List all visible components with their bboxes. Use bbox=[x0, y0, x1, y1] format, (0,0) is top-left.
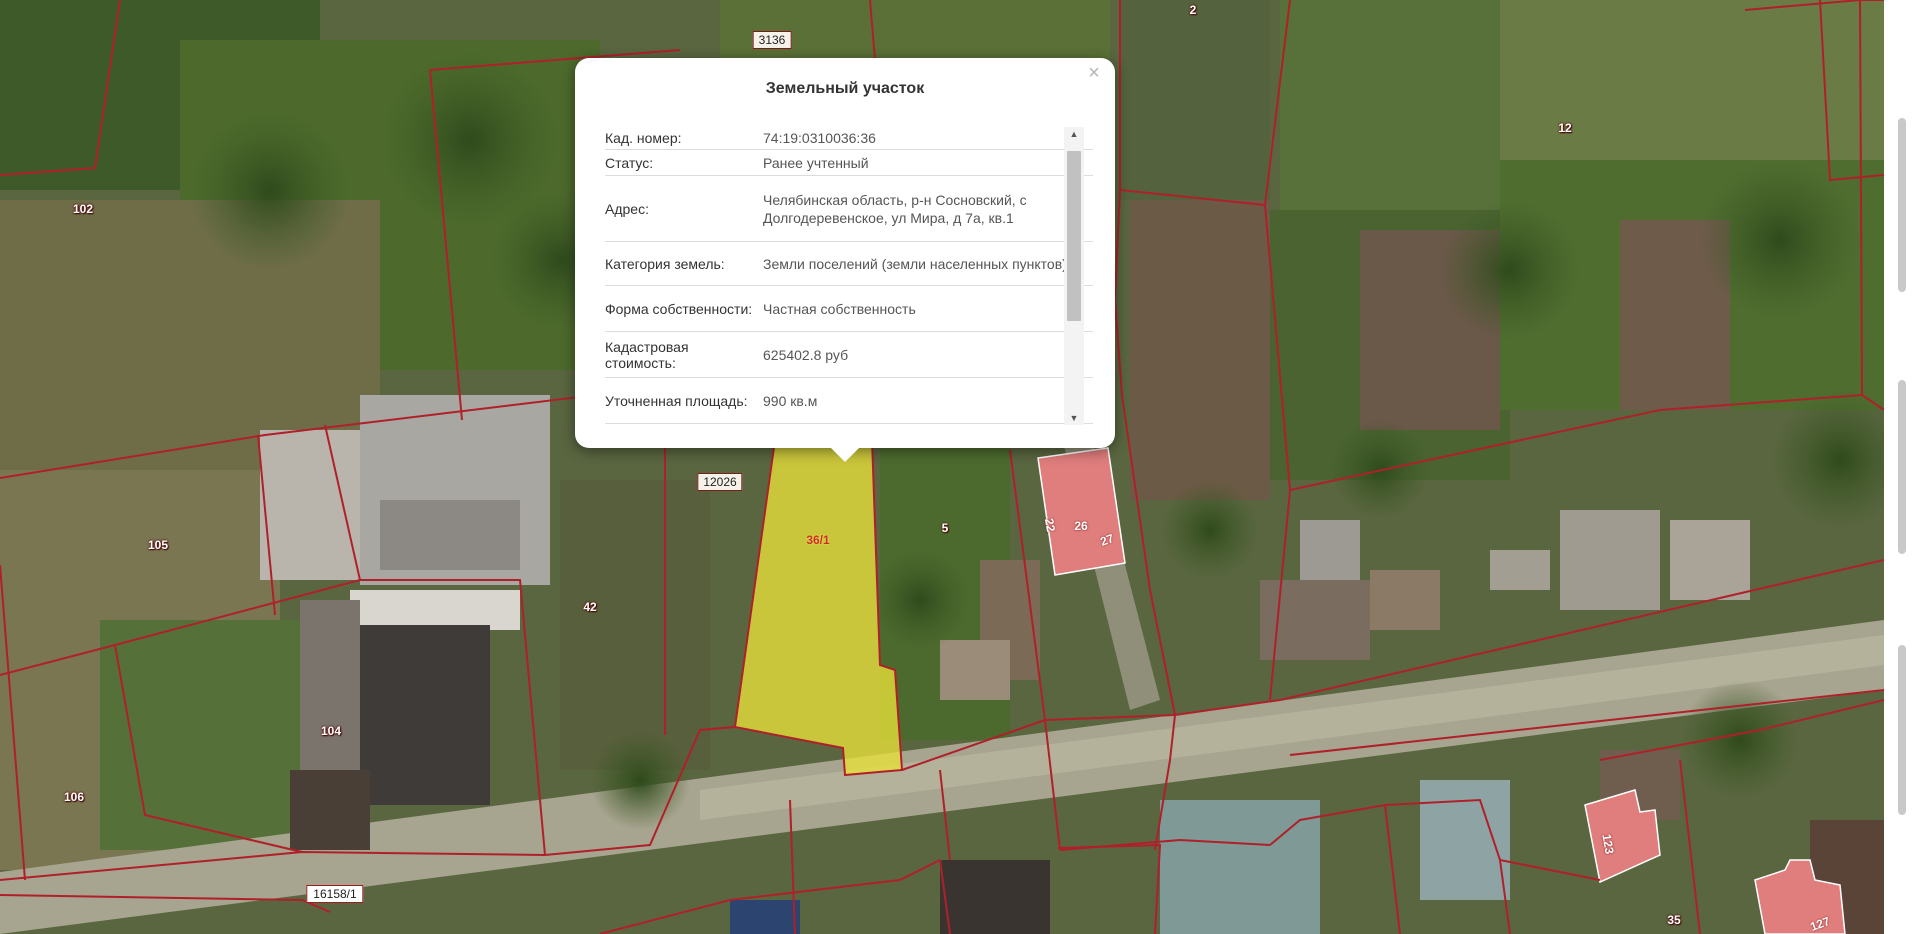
property-value: Частная собственность bbox=[763, 300, 916, 317]
cadastral-label-16158-1[interactable]: 16158/1 bbox=[306, 885, 364, 903]
cadastral-label-106[interactable]: 106 bbox=[64, 790, 84, 804]
page-scroll-thumb[interactable] bbox=[1898, 645, 1906, 815]
parcel-info-popup: × Земельный участок Кад. номер: 74:19:03… bbox=[575, 58, 1115, 462]
property-value: 74:19:0310036:36 bbox=[763, 129, 876, 146]
page-scroll-thumb[interactable] bbox=[1898, 118, 1906, 292]
scroll-up-icon[interactable]: ▲ bbox=[1064, 127, 1084, 141]
property-key: Форма собственности: bbox=[605, 300, 753, 317]
popup-scroll-thumb[interactable] bbox=[1067, 151, 1081, 321]
cadastral-label-35[interactable]: 35 bbox=[1667, 913, 1680, 927]
property-row-cadastral-number: Кад. номер: 74:19:0310036:36 bbox=[605, 126, 1093, 150]
property-key: Кад. номер: bbox=[605, 129, 682, 146]
property-row-address: Адрес: Челябинская область, р-н Сосновск… bbox=[605, 176, 1093, 242]
cadastral-label-104[interactable]: 104 bbox=[321, 724, 341, 738]
property-value: 990 кв.м bbox=[763, 392, 818, 409]
property-row-cadastral-value: Кадастровая стоимость: 625402.8 руб bbox=[605, 332, 1093, 378]
property-value: 625402.8 руб bbox=[763, 346, 849, 363]
property-key: Уточненная площадь: bbox=[605, 392, 748, 409]
popup-scrollbar[interactable]: ▲ ▼ bbox=[1064, 127, 1084, 425]
cadastral-label-102[interactable]: 102 bbox=[73, 202, 93, 216]
cadastral-label-3136[interactable]: 3136 bbox=[752, 31, 792, 49]
cadastral-label-36-1[interactable]: 36/1 bbox=[806, 533, 829, 547]
satellite-map[interactable]: 3136 2 102 12 12026 36/1 5 22 26 27 105 … bbox=[0, 0, 1884, 934]
popup-title: Земельный участок bbox=[765, 80, 925, 97]
cadastral-label-12[interactable]: 12 bbox=[1558, 121, 1571, 135]
property-key: Категория земель: bbox=[605, 255, 725, 272]
property-row-ownership: Форма собственности: Частная собственнос… bbox=[605, 286, 1093, 332]
property-key: Статус: bbox=[605, 154, 654, 171]
cadastral-label-26[interactable]: 26 bbox=[1074, 519, 1087, 533]
cadastral-label-105[interactable]: 105 bbox=[148, 538, 168, 552]
scroll-down-icon[interactable]: ▼ bbox=[1064, 411, 1084, 425]
parcel-properties-table: Кад. номер: 74:19:0310036:36 Статус: Ран… bbox=[605, 126, 1093, 424]
cadastral-label-12026[interactable]: 12026 bbox=[697, 473, 743, 491]
cadastral-label-42[interactable]: 42 bbox=[583, 600, 596, 614]
property-key: Кадастровая стоимость: bbox=[605, 338, 689, 371]
property-value: Ранее учтенный bbox=[763, 154, 869, 171]
property-row-land-category: Категория земель: Земли поселений (земли… bbox=[605, 242, 1093, 286]
property-row-status: Статус: Ранее учтенный bbox=[605, 150, 1093, 176]
page-scrollbar[interactable] bbox=[1884, 0, 1920, 934]
property-value: Челябинская область, р-н Сосновский, с Д… bbox=[763, 191, 1027, 226]
cadastral-label-2[interactable]: 2 bbox=[1190, 3, 1197, 17]
page-scroll-thumb[interactable] bbox=[1898, 380, 1906, 554]
cadastral-label-22[interactable]: 22 bbox=[1042, 517, 1058, 533]
property-value: Земли поселений (земли населенных пункто… bbox=[763, 255, 1067, 272]
property-key: Адрес: bbox=[605, 200, 649, 217]
cadastral-label-5[interactable]: 5 bbox=[942, 521, 949, 535]
property-row-area: Уточненная площадь: 990 кв.м bbox=[605, 378, 1093, 424]
